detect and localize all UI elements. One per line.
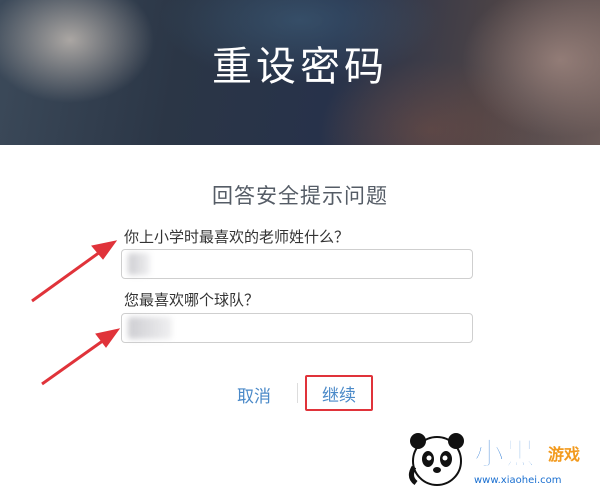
redacted-answer-1: [128, 253, 150, 275]
cancel-button[interactable]: 取消: [225, 380, 283, 408]
watermark-brand-sub: 游戏: [548, 445, 581, 464]
button-divider: [297, 383, 298, 403]
arrow-icon: [31, 240, 118, 303]
hero-banner: 重设密码: [0, 0, 600, 145]
watermark-url: www.xiaohei.com: [474, 475, 562, 486]
security-question-2-label: 您最喜欢哪个球队？: [124, 291, 260, 309]
watermark-brand: 小黑: [474, 437, 536, 473]
panda-logo-icon: [408, 433, 464, 486]
security-answer-1-input[interactable]: [121, 249, 473, 279]
security-question-1-label: 你上小学时最喜欢的老师姓什么？: [124, 228, 350, 246]
arrow-icon: [41, 328, 121, 386]
security-answer-2-input[interactable]: [121, 313, 473, 343]
continue-button[interactable]: 继续: [305, 375, 373, 411]
page-title: 重设密码: [212, 44, 388, 90]
site-watermark: 小黑 游戏 www.xiaohei.com: [400, 425, 600, 495]
redacted-answer-2: [128, 317, 172, 339]
form-heading: 回答安全提示问题: [212, 184, 388, 208]
